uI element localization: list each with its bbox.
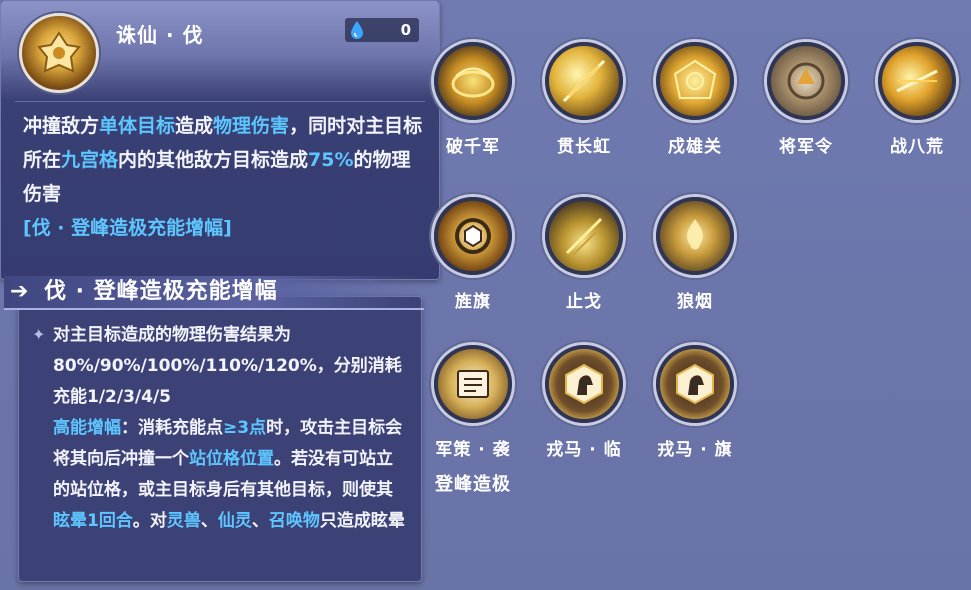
body-text: 只造成眩晕 (319, 511, 405, 531)
body-text: 对主目标造成的物理伤害结果为80%/90%/100%/110%/120%，分别消… (53, 325, 402, 407)
skill-item[interactable]: 戍雄关 (645, 42, 745, 157)
skill-item[interactable]: 止戈 (534, 197, 634, 312)
skill-label: 将军令 (779, 137, 833, 157)
skill-description: 冲撞敌方单体目标造成物理伤害，同时对主目标所在九宫格内的其他敌方目标造成75%的… (23, 109, 423, 245)
skill-label: 贯长虹 (557, 137, 611, 157)
upgrade-tag: [伐 · 登峰造极充能增幅] (23, 217, 232, 239)
skill-langyan-icon[interactable] (656, 197, 734, 275)
skill-shuxiongguan-icon[interactable] (656, 42, 734, 120)
skill-label: 戎马 · 旗 (657, 440, 733, 460)
skill-rongma-lin-icon[interactable] (545, 345, 623, 423)
skill-title: 诛仙 · 伐 (116, 23, 204, 47)
body-text: 造成 (175, 115, 214, 137)
skill-label: 戎马 · 临 (546, 440, 622, 460)
skill-emblem-icon (19, 13, 99, 93)
highlight-text: 召唤物 (268, 511, 320, 531)
skill-tier-label: 登峰造极 (435, 474, 511, 495)
skill-tooltip: 诛仙 · 伐 0 冲撞敌方单体目标造成物理伤害，同时对主目标所在九宫格内的其他敌… (0, 0, 440, 280)
skill-item[interactable]: 破千军 (423, 42, 523, 157)
sub-tooltip-title: 伐 · 登峰造极充能增幅 (44, 279, 278, 304)
skill-poqianjun-icon[interactable] (434, 42, 512, 120)
skill-rongma-qi-icon[interactable] (656, 345, 734, 423)
skill-item[interactable]: 贯长虹 (534, 42, 634, 157)
description-text: 冲撞敌方单体目标造成物理伤害，同时对主目标所在九宫格内的其他敌方目标造成75%的… (23, 115, 422, 205)
arrow-right-icon: ➔ (10, 279, 29, 304)
skill-item[interactable]: 旌旗 (423, 197, 523, 312)
highlight-text: 单体目标 (99, 115, 176, 137)
highlight-text: ≥3点 (223, 418, 267, 438)
highlight-text: 灵兽 (166, 511, 201, 531)
highlight-text: 高能增幅 (53, 418, 121, 438)
skill-item[interactable]: 将军令 (756, 42, 856, 157)
description-text: 对主目标造成的物理伤害结果为80%/90%/100%/110%/120%，分别消… (53, 325, 405, 531)
skill-item[interactable]: 狼烟 (645, 197, 745, 312)
skill-zhanbahuang-icon[interactable] (878, 42, 956, 120)
skill-item[interactable]: 戎马 · 旗 (645, 345, 745, 460)
skill-label: 狼烟 (677, 292, 713, 312)
cost-value: 0 (400, 21, 411, 39)
skill-label: 战八荒 (890, 137, 944, 157)
body-text: 。对 (132, 511, 167, 531)
sub-tooltip-description: 对主目标造成的物理伤害结果为80%/90%/100%/110%/120%，分别消… (53, 320, 409, 537)
body-text: 内的其他敌方目标造成 (118, 149, 309, 171)
skill-label: 止戈 (566, 292, 602, 312)
body-text: 、 (200, 511, 218, 531)
highlight-text: 九宫格 (61, 149, 119, 171)
skill-label: 戍雄关 (668, 137, 722, 157)
body-text: ：消耗充能点 (121, 418, 223, 438)
water-drop-icon (351, 21, 363, 39)
skill-jiangjunling-icon[interactable] (767, 42, 845, 120)
energy-cost: 0 (345, 18, 419, 42)
body-text: 、 (251, 511, 269, 531)
skill-label: 旌旗 (455, 292, 491, 312)
highlight-text: 站位格位置 (189, 449, 274, 469)
highlight-text: 眩晕1回合 (53, 511, 133, 531)
skill-label: 军策 · 袭 (435, 440, 511, 460)
skill-jingqi-icon[interactable] (434, 197, 512, 275)
highlight-text: 物理伤害 (213, 115, 290, 137)
skill-item[interactable]: 战八荒 (867, 42, 967, 157)
sparkle-star-icon: ✦ (32, 325, 46, 344)
skill-item[interactable]: 戎马 · 临 (534, 345, 634, 460)
sub-tooltip-heading: ➔ 伐 · 登峰造极充能增幅 (4, 276, 424, 310)
divider (15, 101, 425, 102)
skill-label: 破千军 (446, 137, 500, 157)
skill-guanchanghong-icon[interactable] (545, 42, 623, 120)
highlight-text: 75% (308, 149, 354, 171)
skill-junce-xi-icon[interactable] (434, 345, 512, 423)
body-text: 冲撞敌方 (23, 115, 100, 137)
skill-zhige-icon[interactable] (545, 197, 623, 275)
highlight-text: 仙灵 (217, 511, 252, 531)
skill-item[interactable]: 军策 · 袭 登峰造极 (423, 345, 523, 496)
